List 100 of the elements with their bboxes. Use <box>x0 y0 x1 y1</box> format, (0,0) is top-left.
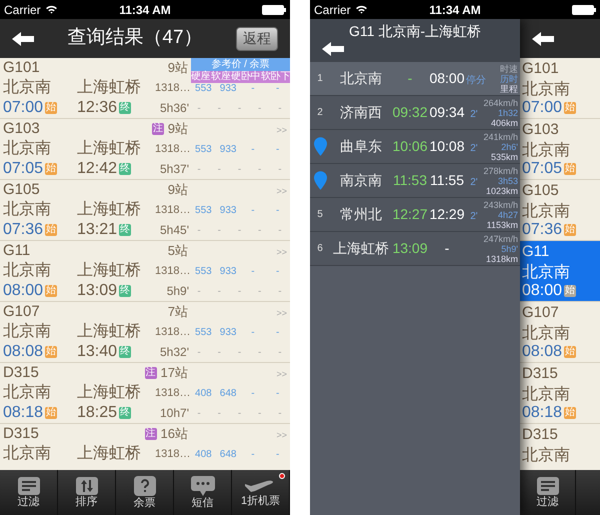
stop-station: 济南西 <box>339 103 383 122</box>
departure-time: 12:29 <box>428 205 466 224</box>
start-badge: 始 <box>45 285 58 297</box>
origin-station: 北京南 <box>522 140 571 159</box>
back-arrow-icon[interactable] <box>322 42 344 56</box>
stop-duration: 2' <box>470 210 478 222</box>
train-number: G101 <box>522 59 560 78</box>
back-arrow-icon[interactable] <box>12 32 34 46</box>
price-value: 648 <box>218 448 238 462</box>
stop-stat: 535km <box>490 152 518 162</box>
stop-duration: 2' <box>470 108 478 120</box>
train-row[interactable]: G105 9站 >> 北京南 上海虹桥 1318… 553 933 - - 07:36 始 13:21 终 5h45' - - - - - <box>0 180 290 241</box>
tab-bar-item[interactable]: 排序 <box>58 470 116 515</box>
price-value: - <box>250 82 256 96</box>
price-value: - <box>274 204 280 218</box>
price-value: 553 <box>194 326 213 340</box>
train-row[interactable]: G107 北京南 08:08 始 <box>520 302 600 363</box>
return-button[interactable]: 返程 <box>236 26 278 50</box>
availability-value: - <box>236 162 242 176</box>
stop-duration: 停分 <box>466 74 486 86</box>
train-row[interactable]: G103 北京南 07:05 始 <box>520 119 600 180</box>
train-number: G103 <box>3 118 40 139</box>
stop-stat: 247km/h <box>483 234 518 244</box>
availability-value: - <box>216 224 222 238</box>
station-count: 5站 <box>168 242 188 260</box>
train-row[interactable]: D315 注 17站 >> 北京南 上海虹桥 1318… 408 648 - - 08:18 始 18:25 终 10h7' - - - - - <box>0 363 290 424</box>
availability-value: - <box>216 162 222 176</box>
end-badge: 终 <box>119 163 132 175</box>
availability-value: - <box>196 224 202 238</box>
carrier-label: Carrier <box>314 2 351 18</box>
stop-station: 南京南 <box>339 171 383 190</box>
start-badge: 始 <box>564 102 576 114</box>
tab-bar-item[interactable]: 1折机票 <box>232 470 290 515</box>
train-number: D315 <box>3 424 39 444</box>
tab-bar-item[interactable]: 过滤 <box>520 470 576 515</box>
availability-value: - <box>216 346 222 360</box>
availability-value: - <box>216 284 222 298</box>
availability-value: - <box>277 224 283 238</box>
train-row[interactable]: D315 北京南 08:18 始 <box>520 363 600 424</box>
destination-station: 上海虹桥 <box>77 138 142 159</box>
train-number: G11 <box>3 240 30 261</box>
departure-time: 09:34 <box>428 103 466 122</box>
price-value: - <box>250 386 256 400</box>
stop-stat: 2h6' <box>501 142 518 152</box>
arrival-time: 10:06 <box>392 137 428 156</box>
origin-station: 北京南 <box>3 200 52 220</box>
train-number: G11 <box>522 242 550 261</box>
duration-label: 5h36' <box>159 100 189 117</box>
train-number: G105 <box>3 180 40 200</box>
station-count: 9站 <box>168 181 188 200</box>
stop-index: 2 <box>317 106 323 120</box>
train-number: G105 <box>522 181 560 200</box>
origin-station: 北京南 <box>3 78 52 98</box>
origin-station: 北京南 <box>3 138 52 159</box>
availability-value: - <box>257 102 262 116</box>
station-count: 16站 <box>160 425 188 444</box>
price-value: 408 <box>194 448 213 462</box>
train-row[interactable]: G101 北京南 07:00 始 <box>520 58 600 119</box>
train-row[interactable]: G103 注 9站 >> 北京南 上海虹桥 1318… 553 933 - - 07:05 始 12:42 终 5h37' - - - - - <box>0 119 290 180</box>
stop-stat: 1h32 <box>498 108 518 118</box>
start-badge: 始 <box>45 102 58 114</box>
question-icon <box>134 476 156 496</box>
train-number: D315 <box>522 425 559 444</box>
stop-stat: 264km/h <box>483 98 518 108</box>
price-value: - <box>250 142 256 156</box>
destination-station: 上海虹桥 <box>77 444 142 464</box>
destination-station: 上海虹桥 <box>77 78 142 98</box>
departure-time: 08:08 <box>3 342 44 362</box>
train-row[interactable]: G107 7站 >> 北京南 上海虹桥 1318… 553 933 - - 08:08 始 13:40 终 5h32' - - - - - <box>0 302 290 363</box>
detail-title: G11 北京南-上海虹桥 <box>348 22 482 41</box>
distance-label: 1318… <box>155 386 189 401</box>
end-badge: 终 <box>119 407 132 419</box>
price-value: 408 <box>194 386 213 400</box>
origin-station: 北京南 <box>3 444 52 464</box>
train-row[interactable]: G11 5站 >> 北京南 上海虹桥 1318… 553 933 - - 08:00 始 13:09 终 5h9' - - - - - <box>0 241 290 302</box>
duration-label: 5h9' <box>166 283 189 300</box>
availability-value: - <box>277 406 283 420</box>
duration-label: 5h37' <box>159 161 189 178</box>
price-value: - <box>274 264 280 278</box>
distance-label: 1318… <box>155 202 189 218</box>
price-value: - <box>250 264 256 278</box>
availability-value: - <box>236 406 242 420</box>
price-value: 553 <box>194 204 213 218</box>
arrival-time: 12:27 <box>392 205 428 224</box>
back-arrow-icon[interactable] <box>532 32 554 46</box>
origin-station: 北京南 <box>3 382 52 403</box>
stop-index: 5 <box>317 208 323 222</box>
train-row[interactable]: G11 北京南 08:00 始 <box>520 241 600 302</box>
tab-bar-item[interactable]: 短信 <box>174 470 232 515</box>
stop-station: 常州北 <box>339 205 383 224</box>
end-badge: 终 <box>119 346 132 358</box>
arrival-time: 13:40 <box>77 342 118 362</box>
tab-bar-item[interactable]: 余票 <box>116 470 174 515</box>
status-time: 11:34 AM <box>118 2 172 18</box>
sort-icon <box>76 477 98 495</box>
origin-station: 北京南 <box>522 80 571 98</box>
tab-bar-item[interactable]: 过滤 <box>0 470 58 515</box>
start-badge: 始 <box>45 346 58 358</box>
stop-stat: 里程 <box>500 84 518 94</box>
availability-value: - <box>236 284 242 298</box>
